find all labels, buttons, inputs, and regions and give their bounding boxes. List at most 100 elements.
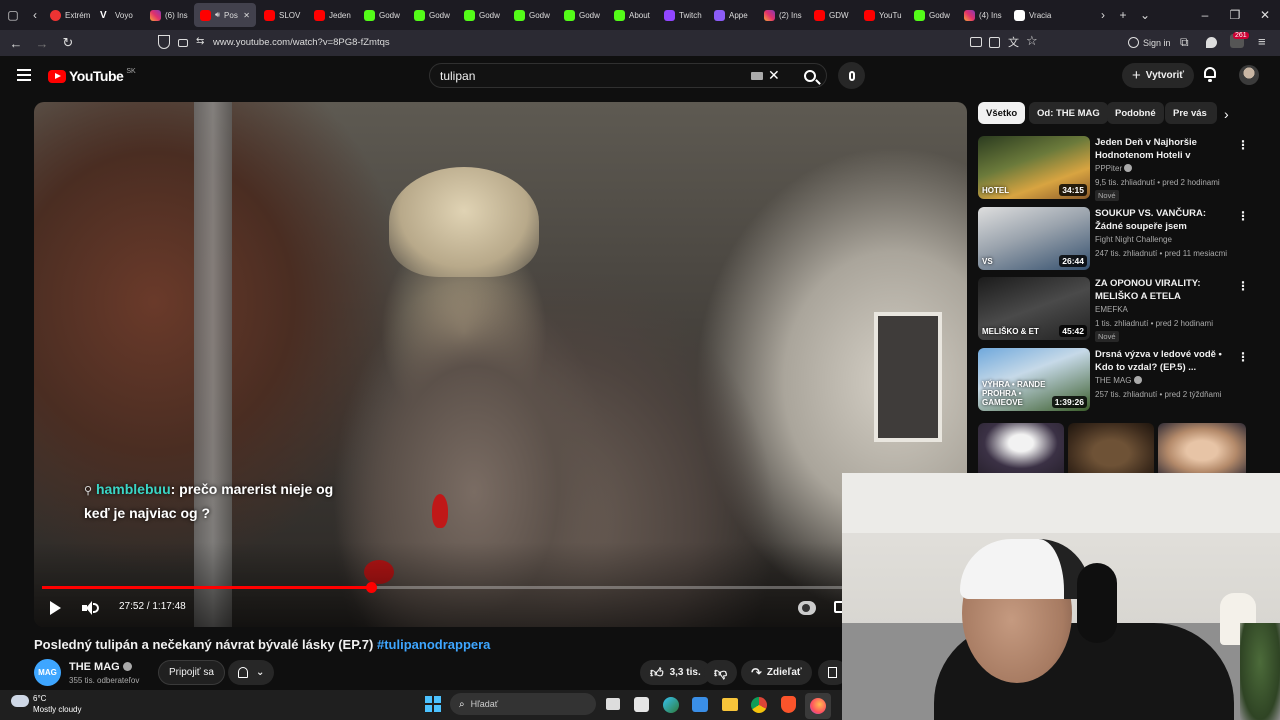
- channel-name[interactable]: THE MAG: [69, 661, 132, 673]
- close-tab-icon[interactable]: ✕: [243, 11, 250, 20]
- translate-icon[interactable]: 文: [1008, 34, 1019, 50]
- more-actions-icon[interactable]: ⋮: [1237, 209, 1249, 223]
- scroll-tabs-left-icon[interactable]: ‹: [26, 4, 44, 26]
- like-button[interactable]: 👍︎ 3,3 tis.: [640, 660, 711, 685]
- recommendation-item[interactable]: MELIŠKO & ET 45:42 ZA OPONOU VIRALITY: MEL…: [978, 277, 1268, 342]
- extensions-icon[interactable]: ⧉: [1180, 35, 1189, 50]
- progress-bar[interactable]: [42, 582, 959, 593]
- dislike-button[interactable]: 👎︎: [704, 660, 738, 685]
- browser-tab[interactable]: Godw: [558, 3, 606, 27]
- new-tab-icon[interactable]: +: [1112, 4, 1134, 26]
- brave-icon[interactable]: [781, 696, 796, 713]
- picture-in-picture-icon[interactable]: [970, 37, 982, 47]
- filter-chip[interactable]: Pre vás: [1165, 102, 1217, 124]
- firefox-icon[interactable]: [805, 693, 831, 719]
- forward-icon[interactable]: →: [29, 36, 55, 51]
- browser-tab[interactable]: Godw: [358, 3, 406, 27]
- account-icon[interactable]: [1128, 37, 1139, 48]
- recommendation-item[interactable]: VÝHRA • RANDE PROHRA • GAMEOVE 1:39:26 Drs…: [978, 348, 1268, 412]
- browser-tab[interactable]: (6) Ins: [144, 3, 192, 27]
- more-actions-icon[interactable]: ⋮: [1237, 279, 1249, 293]
- ms-store-icon[interactable]: [634, 697, 649, 712]
- play-button[interactable]: [50, 601, 61, 615]
- filter-chip[interactable]: Od: THE MAG: [1029, 102, 1108, 124]
- browser-tab[interactable]: SLOV: [258, 3, 306, 27]
- video-thumbnail[interactable]: VS 26:44: [978, 207, 1090, 270]
- search-box[interactable]: tulipan ✕: [429, 63, 827, 88]
- browser-tab[interactable]: GDW: [808, 3, 856, 27]
- join-button[interactable]: Pripojiť sa: [158, 660, 225, 685]
- reload-icon[interactable]: ↻: [55, 35, 81, 51]
- recommendation-title[interactable]: Drsná výzva v ledové vodě • Kdo to vzdal…: [1095, 348, 1233, 374]
- taskbar-search[interactable]: ⌕ Hľadať: [450, 693, 596, 715]
- lock-icon[interactable]: [178, 39, 188, 47]
- filter-chip[interactable]: Podobné: [1107, 102, 1164, 124]
- bookmark-star-icon[interactable]: ☆: [1026, 33, 1038, 49]
- menu-icon[interactable]: ≡: [1258, 34, 1266, 49]
- browser-tab[interactable]: Vracia: [1008, 3, 1056, 27]
- filter-chip[interactable]: Všetko: [978, 102, 1026, 124]
- recommendation-channel[interactable]: Fight Night Challenge: [1095, 235, 1172, 244]
- video-thumbnail[interactable]: VÝHRA • RANDE PROHRA • GAMEOVE 1:39:26: [978, 348, 1090, 411]
- minimize-icon[interactable]: –: [1190, 4, 1220, 26]
- vpn-extension-icon[interactable]: [1206, 37, 1217, 48]
- weather-description[interactable]: Mostly cloudy: [33, 705, 81, 714]
- keyboard-icon[interactable]: [751, 72, 763, 80]
- share-button[interactable]: ↷ Zdieľať: [741, 660, 812, 685]
- channel-avatar[interactable]: MAG: [34, 659, 61, 686]
- video-hashtag[interactable]: #tulipanodrappera: [377, 637, 490, 652]
- video-player[interactable]: ⚲ hamblebuu: prečo marerist nieje og keď…: [34, 102, 967, 627]
- chips-next-icon[interactable]: ›: [1224, 106, 1229, 122]
- recommendation-title[interactable]: ZA OPONOU VIRALITY: MELIŠKO A ETELA: [1095, 277, 1233, 303]
- scroll-tabs-right-icon[interactable]: ›: [1094, 4, 1112, 26]
- photos-icon[interactable]: [692, 697, 708, 712]
- edge-icon[interactable]: [663, 697, 679, 713]
- back-icon[interactable]: ←: [3, 36, 29, 51]
- reader-view-icon[interactable]: [989, 37, 1000, 48]
- autoplay-toggle[interactable]: [798, 601, 816, 615]
- recommendation-item[interactable]: VS 26:44 SOUKUP VS. VANČURA: Žádné soupeře…: [978, 207, 1268, 271]
- recommendation-channel[interactable]: PPPiter: [1095, 164, 1133, 173]
- file-explorer-icon[interactable]: [722, 698, 738, 711]
- more-actions-icon[interactable]: ⋮: [1237, 350, 1249, 364]
- youtube-logo[interactable]: YouTube SK: [48, 68, 136, 84]
- tracking-shield-icon[interactable]: [158, 35, 170, 49]
- recommendation-title[interactable]: SOUKUP VS. VANČURA: Žádné soupeře jsem n…: [1095, 207, 1233, 234]
- browser-tab[interactable]: (2) Ins: [758, 3, 806, 27]
- create-button[interactable]: + Vytvoriť: [1122, 63, 1195, 88]
- browser-tab[interactable]: About: [608, 3, 656, 27]
- restore-icon[interactable]: ❐: [1220, 4, 1250, 26]
- browser-tab[interactable]: Appe: [708, 3, 756, 27]
- task-view-icon[interactable]: [606, 698, 620, 710]
- notifications-bell-icon[interactable]: [1203, 67, 1217, 82]
- page-permissions-icon[interactable]: ⇆: [196, 36, 204, 47]
- browser-tab[interactable]: (4) Ins: [958, 3, 1006, 27]
- address-bar[interactable]: www.youtube.com/watch?v=8PG8-fZmtqs: [213, 37, 390, 48]
- browser-tab[interactable]: Twitch: [658, 3, 706, 27]
- browser-tab[interactable]: V Voyo: [94, 3, 142, 27]
- shorts-thumbnail[interactable]: [1158, 423, 1246, 473]
- more-actions-icon[interactable]: ⋮: [1237, 138, 1249, 152]
- weather-temperature[interactable]: 6°C: [33, 694, 46, 703]
- browser-tab[interactable]: Godw: [508, 3, 556, 27]
- recommendation-channel[interactable]: EMEFKA: [1095, 305, 1128, 314]
- start-button[interactable]: [425, 696, 441, 712]
- browser-tab[interactable]: YouTu: [858, 3, 906, 27]
- shorts-thumbnail[interactable]: [978, 423, 1064, 473]
- recommendation-item[interactable]: HOTEL 34:15 Jeden Deň v Najhoršie Hodnoten…: [978, 136, 1268, 201]
- browser-tab[interactable]: Jeden: [308, 3, 356, 27]
- recommendation-title[interactable]: Jeden Deň v Najhoršie Hodnotenom Hoteli …: [1095, 136, 1233, 163]
- browser-tab[interactable]: Godw: [458, 3, 506, 27]
- browser-tab[interactable]: Godw: [908, 3, 956, 27]
- browser-tab[interactable]: Extrém: [44, 3, 92, 27]
- weather-icon[interactable]: [11, 695, 29, 707]
- volume-icon[interactable]: [82, 600, 100, 616]
- hamburger-menu-icon[interactable]: [17, 69, 31, 81]
- browser-tab[interactable]: 🔊︎ Pos ✕: [194, 3, 256, 27]
- subscribe-notifications-button[interactable]: ⌄: [228, 660, 275, 685]
- video-thumbnail[interactable]: HOTEL 34:15: [978, 136, 1090, 199]
- browser-tab[interactable]: Godw: [408, 3, 456, 27]
- video-thumbnail[interactable]: MELIŠKO & ET 45:42: [978, 277, 1090, 340]
- search-button[interactable]: [792, 63, 827, 88]
- search-input[interactable]: tulipan: [440, 69, 475, 83]
